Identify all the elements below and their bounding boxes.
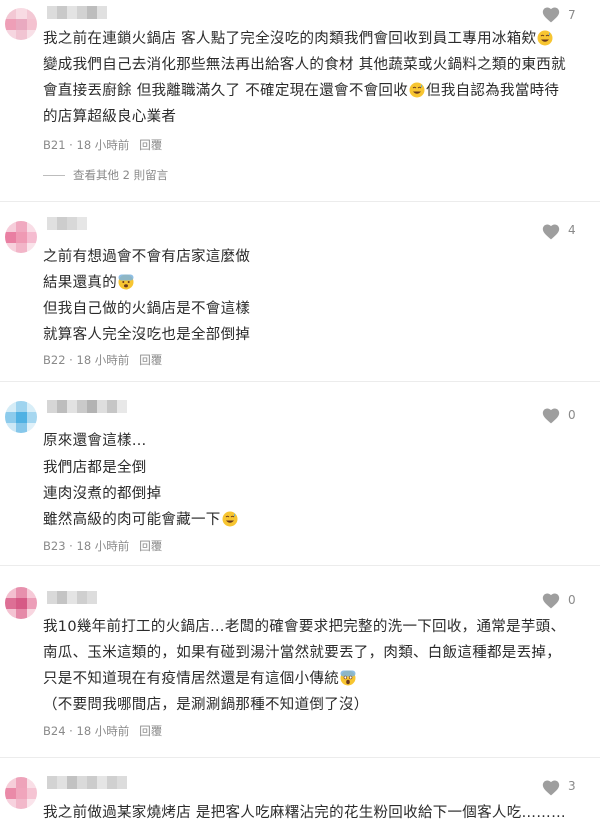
comment-text-line: 但我自己做的火鍋店是不會這樣 (43, 301, 251, 317)
divider (0, 565, 600, 566)
timestamp: 18 小時前 (76, 138, 130, 152)
heart-icon (542, 408, 560, 424)
like-count: 0 (568, 408, 576, 422)
grinning-sweat-emoji (537, 30, 553, 46)
comment-meta: B22 · 18 小時前 回覆 (43, 352, 162, 368)
comment-text-line: 我10幾年前打工的火鍋店…老闆的確會要求把完整的洗一下回收，通常是芋頭、 (43, 619, 566, 635)
screaming-face-emoji (340, 670, 356, 686)
comment-text-line: 南瓜、玉米這類的，如果有碰到湯汁當然就要丟了，肉類、白飯這種都是丟掉， (43, 645, 561, 661)
grinning-sweat-emoji (222, 511, 238, 527)
text-span: 雖然高級的肉可能會藏一下 (43, 512, 221, 528)
comment-text-line: 我之前做過某家燒烤店 是把客人吃麻糬沾完的花生粉回收給下一個客人吃……… (43, 805, 566, 821)
grinning-sweat-emoji (409, 82, 425, 98)
comment-text-line: （不要問我哪間店，是涮涮鍋那種不知道倒了沒） (43, 697, 369, 713)
text-span: 我之前在連鎖火鍋店 客人點了完全沒吃的肉類我們會回收到員工專用冰箱欸 (43, 31, 537, 47)
comment-text-line: 我之前在連鎖火鍋店 客人點了完全沒吃的肉類我們會回收到員工專用冰箱欸 (43, 27, 554, 48)
timestamp: 18 小時前 (76, 353, 130, 367)
like-button[interactable] (541, 591, 561, 609)
dot-separator: · (65, 138, 77, 152)
like-button[interactable] (541, 778, 561, 796)
comment-meta: B21 · 18 小時前 回覆 (43, 137, 162, 153)
like-button[interactable] (541, 406, 561, 424)
comment-text-line: 的店算超級良心業者 (43, 109, 177, 125)
reply-link[interactable]: 回覆 (139, 539, 162, 553)
divider (0, 757, 600, 758)
dot-separator: · (65, 539, 77, 553)
comment-text-line: 就算客人完全沒吃也是全部倒掉 (43, 327, 251, 343)
comment-text-line: 雖然高級的肉可能會藏一下 (43, 508, 239, 529)
divider (0, 381, 600, 382)
text-span: 只是不知道現在有疫情居然還是有這個小傳統 (43, 671, 339, 687)
reply-link[interactable]: 回覆 (139, 353, 162, 367)
heart-icon (542, 593, 560, 609)
comment-text-line: 之前有想過會不會有店家這麼做 (43, 249, 251, 265)
comment-text-line: 只是不知道現在有疫情居然還是有這個小傳統 (43, 667, 357, 688)
comment-meta: B24 · 18 小時前 回覆 (43, 723, 162, 739)
floor-number: B23 (43, 539, 66, 553)
text-span: 會直接丟廚餘 但我離職滿久了 不確定現在還會不會回收 (43, 83, 409, 99)
comment-text-line: 我們店都是全倒 (43, 460, 147, 476)
avatar[interactable] (5, 587, 37, 619)
comment-meta: B23 · 18 小時前 回覆 (43, 538, 162, 554)
dot-separator: · (65, 724, 77, 738)
dot-separator: · (65, 353, 77, 367)
fearful-face-emoji (118, 274, 134, 290)
like-count: 7 (568, 8, 576, 22)
avatar[interactable] (5, 401, 37, 433)
avatar[interactable] (5, 8, 37, 40)
view-more-label: 查看其他 2 則留言 (73, 168, 169, 182)
comment-text-line: 會直接丟廚餘 但我離職滿久了 不確定現在還會不會回收 但我自認為我當時待 (43, 79, 559, 100)
heart-icon (542, 224, 560, 240)
comment-text-line: 原來還會這樣… (43, 433, 147, 449)
like-count: 3 (568, 779, 576, 793)
timestamp: 18 小時前 (76, 724, 130, 738)
avatar[interactable] (5, 221, 37, 253)
comment-text-line: 變成我們自己去消化那些無法再出給客人的食材 其他蔬菜或火鍋料之類的東西就 (43, 57, 566, 73)
comment-text-line: 結果還真的 (43, 271, 135, 292)
like-button[interactable] (541, 5, 561, 23)
heart-icon (542, 7, 560, 23)
reply-link[interactable]: 回覆 (139, 724, 162, 738)
view-more-replies[interactable]: 查看其他 2 則留言 (43, 167, 168, 183)
heart-icon (542, 780, 560, 796)
avatar[interactable] (5, 777, 37, 809)
like-count: 0 (568, 593, 576, 607)
divider-dash (43, 175, 65, 176)
text-span: 但我自認為我當時待 (426, 83, 560, 99)
like-count: 4 (568, 223, 576, 237)
floor-number: B21 (43, 138, 66, 152)
floor-number: B22 (43, 353, 66, 367)
floor-number: B24 (43, 724, 66, 738)
comment-text-line: 連肉沒煮的都倒掉 (43, 486, 162, 502)
like-button[interactable] (541, 222, 561, 240)
timestamp: 18 小時前 (76, 539, 130, 553)
text-span: 結果還真的 (43, 275, 117, 291)
divider (0, 201, 600, 202)
reply-link[interactable]: 回覆 (139, 138, 162, 152)
